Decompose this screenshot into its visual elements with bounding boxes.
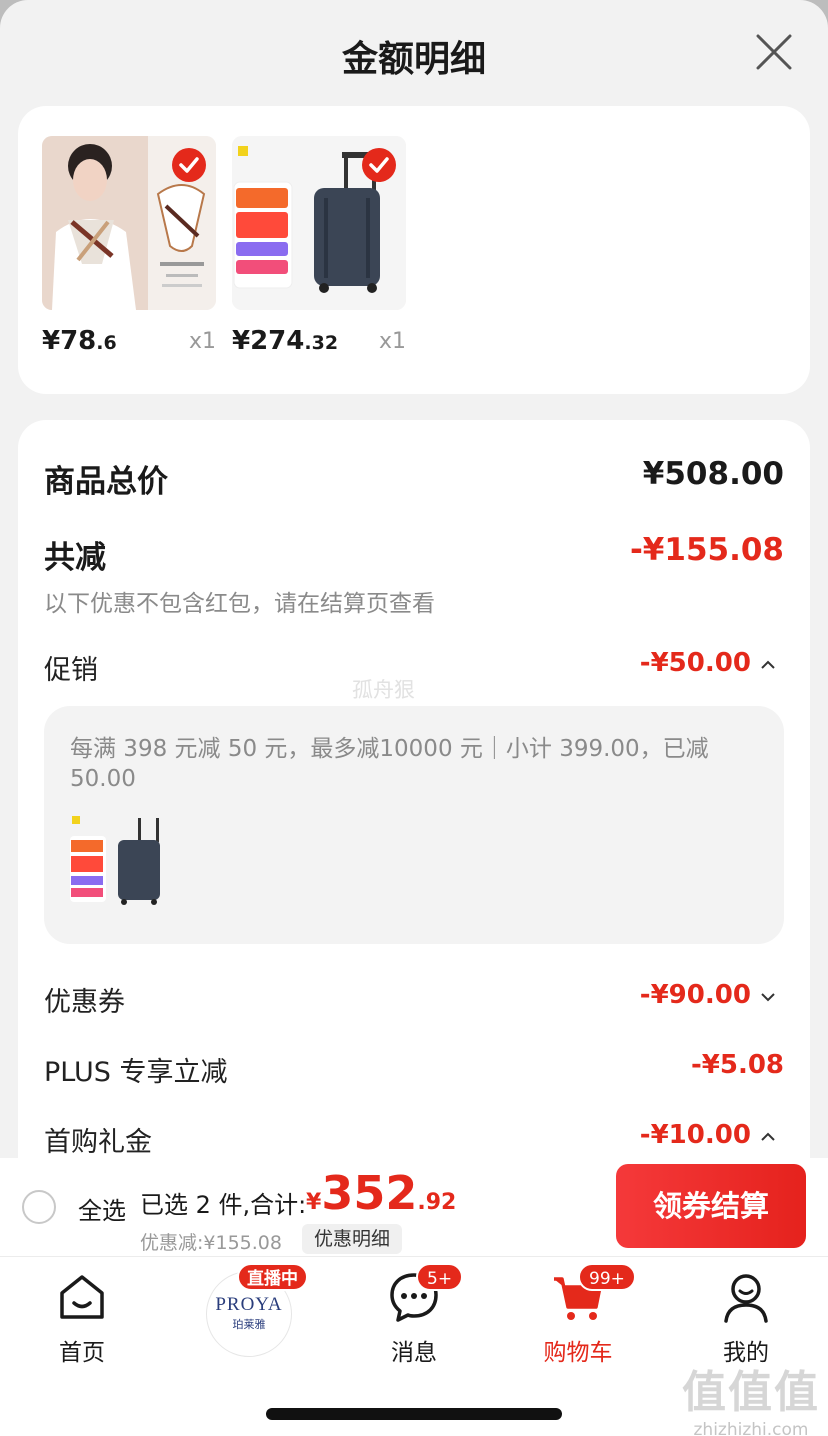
product-item[interactable]: ¥274.32 x1 (232, 136, 406, 356)
promo-value: -¥50.00 (639, 648, 751, 678)
sheet-title: 金额明细 (341, 39, 486, 80)
checked-icon[interactable] (172, 148, 206, 182)
product-price: ¥78.6 (42, 326, 117, 356)
promo-detail-box: 每满 398 元减 50 元，最多减10000 元｜小计 399.00，已减 5… (44, 706, 784, 944)
reduce-note: 以下优惠不包含红包，请在结算页查看 (44, 591, 435, 617)
home-icon (60, 1275, 104, 1319)
chevron-up-icon[interactable] (760, 1131, 776, 1143)
selected-summary: 已选 2 件,合计: (140, 1191, 307, 1219)
select-all-label[interactable]: 全选 (78, 1191, 126, 1226)
brand-logo-text: PROYA (215, 1294, 283, 1315)
total-label: 商品总价 (44, 464, 168, 500)
plus-value: -¥5.08 (690, 1050, 784, 1080)
firstbuy-value-wrap: -¥10.00 (640, 1120, 776, 1150)
chevron-up-icon[interactable] (760, 659, 776, 671)
tab-messages[interactable]: 消息 5+ (354, 1263, 474, 1367)
discount-summary: 优惠减:¥155.08 (140, 1232, 282, 1254)
live-badge: 直播中 (237, 1263, 308, 1291)
plus-label: PLUS 专享立减 (44, 1057, 228, 1088)
tab-mine[interactable]: 我的 (686, 1269, 806, 1367)
checked-icon[interactable] (362, 148, 396, 182)
promo-label: 促销 (44, 655, 98, 686)
profile-icon (724, 1274, 768, 1323)
coupon-value: -¥90.00 (639, 980, 751, 1010)
product-item[interactable]: ¥78.6 x1 (42, 136, 216, 356)
tab-home[interactable]: 首页 (22, 1269, 142, 1367)
brand-logo-subtext: 珀莱雅 (232, 1318, 266, 1331)
tab-cart[interactable]: 购物车 99+ (518, 1263, 638, 1367)
products-card: ¥78.6 x1 ¥274.32 x1 (18, 106, 810, 394)
discount-detail-button[interactable]: 优惠明细 (302, 1224, 403, 1254)
product-image-suitcase (232, 136, 406, 310)
total-value: ¥508.00 (642, 456, 784, 492)
checkout-button[interactable]: 领券结算 (616, 1164, 806, 1248)
checkout-bar: 全选 已选 2 件,合计: ¥352.92 优惠减:¥155.08 优惠明细 领… (0, 1158, 828, 1256)
chevron-down-icon[interactable] (760, 991, 776, 1003)
select-all-radio[interactable] (22, 1190, 56, 1224)
total-amount: ¥352.92 (306, 1166, 457, 1220)
firstbuy-label: 首购礼金 (44, 1127, 152, 1158)
product-qty: x1 (378, 329, 406, 354)
promo-product-image (68, 812, 172, 908)
messages-badge: 5+ (416, 1263, 464, 1291)
promo-detail-text: 每满 398 元减 50 元，最多减10000 元｜小计 399.00，已减 5… (70, 736, 709, 792)
coupon-value-wrap: -¥90.00 (640, 980, 776, 1010)
amount-detail-sheet: 金额明细 ¥78.6 x1 ¥274.32 x1 商品总价 ¥508.00 共减… (0, 0, 828, 1436)
firstbuy-value: -¥10.00 (639, 1120, 751, 1150)
coupon-label: 优惠券 (44, 987, 125, 1018)
reduce-value: -¥155.08 (629, 532, 784, 568)
product-qty: x1 (188, 329, 216, 354)
site-watermark: 值值值 zhizhizhi.com (682, 1367, 820, 1436)
close-icon[interactable] (754, 32, 794, 72)
product-image-scarf (42, 136, 216, 310)
reduce-label: 共减 (44, 540, 106, 576)
promo-value-wrap: -¥50.00 (640, 648, 776, 678)
product-price: ¥274.32 (232, 326, 339, 356)
cart-badge: 99+ (578, 1263, 636, 1291)
home-indicator (266, 1408, 562, 1420)
